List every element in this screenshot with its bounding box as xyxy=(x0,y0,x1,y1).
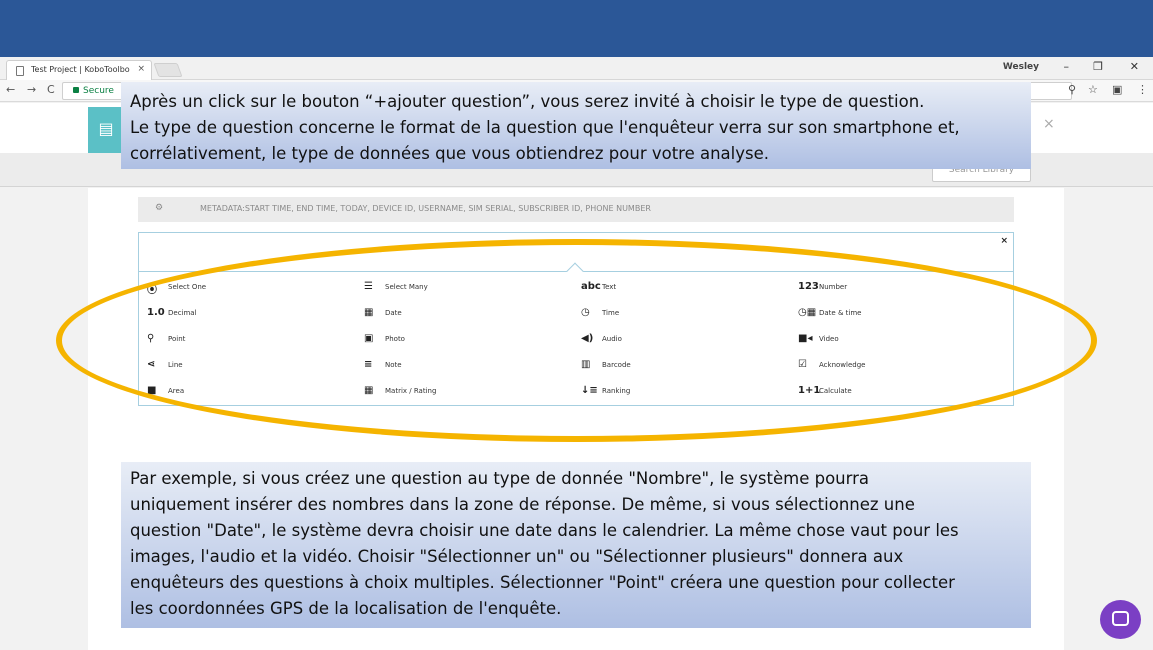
minimize-button[interactable]: – xyxy=(1064,60,1070,73)
question-type-label: Number xyxy=(819,283,848,291)
question-type-label: Photo xyxy=(385,335,405,343)
callout-line: Le type de question concerne le format d… xyxy=(130,118,960,137)
callout-line: uniquement insérer des nombres dans la z… xyxy=(130,495,915,514)
question-type-picker: × ⦿ Select One ☰ Select Many abc Text 123 Numbe… xyxy=(138,232,1014,406)
back-icon[interactable]: ← xyxy=(6,83,15,96)
question-type-icon: ⚲ xyxy=(147,333,155,344)
question-type-label: Note xyxy=(385,361,402,369)
close-picker-icon[interactable]: × xyxy=(1000,236,1008,246)
question-type-label: Point xyxy=(168,335,186,343)
extension-icon[interactable]: ▣ xyxy=(1112,83,1122,96)
menu-icon[interactable]: ⋮ xyxy=(1137,83,1148,96)
question-type-icon: ≡ xyxy=(364,359,373,370)
callout-top: Après un click sur le bouton “+ajouter q… xyxy=(121,82,1031,169)
window-close-button[interactable]: ✕ xyxy=(1130,60,1139,73)
callout-line: images, l'audio et la vidéo. Choisir "Sé… xyxy=(130,547,904,566)
question-type-label: Date xyxy=(385,309,402,317)
slide-header-band xyxy=(0,0,1153,57)
question-type-icon: ▥ xyxy=(581,359,591,370)
pointer-caret xyxy=(566,262,584,280)
question-type-icon: abc xyxy=(581,281,601,292)
question-type-label: Acknowledge xyxy=(819,361,866,369)
question-type-label: Ranking xyxy=(602,387,631,395)
browser-tab[interactable]: Test Project | KoboToolbo × xyxy=(6,60,152,80)
question-type-icon: ◷ xyxy=(581,307,590,318)
gear-icon[interactable]: ⚙ xyxy=(155,203,163,213)
question-type-icon: ☑ xyxy=(798,359,807,370)
question-type-label: Matrix / Rating xyxy=(385,387,437,395)
callout-line: corrélativement, le type de données que … xyxy=(130,144,770,163)
page-icon xyxy=(16,66,24,76)
question-type-label: Audio xyxy=(602,335,622,343)
question-type-icon: ▣ xyxy=(364,333,374,344)
question-type-icon: ▦ xyxy=(364,307,374,318)
question-type-icon: ■◂ xyxy=(798,333,813,344)
question-type-icon: ⋖ xyxy=(147,359,156,370)
question-type-label: Line xyxy=(168,361,183,369)
form-icon: ▤ xyxy=(88,107,124,153)
forward-icon[interactable]: → xyxy=(27,83,36,96)
question-type-label: Text xyxy=(602,283,617,291)
zoom-icon[interactable]: ⚲ xyxy=(1068,83,1076,96)
callout-line: question "Date", le système devra choisi… xyxy=(130,521,959,540)
new-tab-button[interactable] xyxy=(153,63,183,77)
callout-line: Par exemple, si vous créez une question … xyxy=(130,469,870,488)
restore-button[interactable]: ❐ xyxy=(1093,60,1103,73)
question-type-label: Time xyxy=(602,309,620,317)
question-type-icon: 123 xyxy=(798,281,819,292)
question-type-label: Select Many xyxy=(385,283,428,291)
question-type-icon: ↓≡ xyxy=(581,385,598,396)
question-type-icon: 1+1 xyxy=(798,385,821,396)
callout-line: les coordonnées GPS de la localisation d… xyxy=(130,599,562,618)
browser-user[interactable]: Wesley xyxy=(1003,62,1039,72)
chat-button[interactable] xyxy=(1100,600,1141,639)
question-type-label: Calculate xyxy=(819,387,852,395)
question-type-label: Decimal xyxy=(168,309,197,317)
question-type-icon: ◀) xyxy=(581,333,594,344)
question-type-icon: ▦ xyxy=(364,385,374,396)
question-type-label: Select One xyxy=(168,283,207,291)
callout-bottom: Par exemple, si vous créez une question … xyxy=(121,462,1031,628)
question-type-icon: ■ xyxy=(147,385,157,396)
metadata-row[interactable]: ⚙ METADATA:START TIME, END TIME, TODAY, … xyxy=(138,197,1014,222)
close-icon[interactable]: × xyxy=(1043,116,1055,132)
tab-close-icon[interactable]: × xyxy=(137,64,145,74)
question-type-icon: ⦿ xyxy=(147,285,157,296)
lock-icon xyxy=(73,87,79,93)
metadata-text: METADATA:START TIME, END TIME, TODAY, DE… xyxy=(200,204,651,213)
bookmark-star-icon[interactable]: ☆ xyxy=(1088,83,1098,96)
question-type-icon: ◷▦ xyxy=(798,307,817,318)
question-type-icon: 1.0 xyxy=(147,307,165,318)
tab-title: Test Project | KoboToolbo xyxy=(31,65,130,74)
question-type-label: Barcode xyxy=(602,361,631,369)
question-type-icon: ☰ xyxy=(364,281,373,292)
callout-line: Après un click sur le bouton “+ajouter q… xyxy=(130,92,925,111)
chat-icon xyxy=(1112,611,1129,626)
question-type-label: Date & time xyxy=(819,309,862,317)
reload-icon[interactable]: C xyxy=(47,83,55,96)
secure-label: Secure xyxy=(83,86,114,96)
question-type-label: Video xyxy=(819,335,839,343)
callout-line: enquêteurs des questions à choix multipl… xyxy=(130,573,955,592)
question-type-label: Area xyxy=(168,387,185,395)
browser-tab-bar: Test Project | KoboToolbo × Wesley – ❐ ✕ xyxy=(0,57,1153,80)
